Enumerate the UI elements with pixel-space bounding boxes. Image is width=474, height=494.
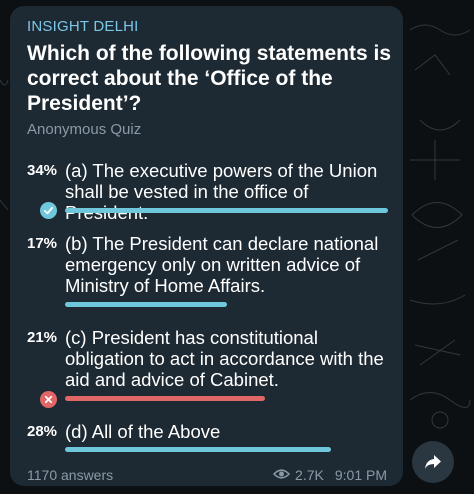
quiz-type-label: Anonymous Quiz [27, 121, 142, 138]
option-percent: 28% [27, 423, 58, 440]
option-percent: 21% [27, 329, 58, 346]
share-button[interactable] [412, 441, 454, 483]
option-result-bar [65, 208, 388, 213]
option-result-bar [65, 396, 265, 401]
option-text: (a) The executive powers of the Union sh… [65, 160, 378, 223]
message-meta: 2.7K 9:01 PM [272, 467, 387, 483]
option-result-bar [65, 447, 331, 452]
option-text: (b) The President can declare national e… [65, 233, 379, 296]
quiz-message-bubble: INSIGHT DELHI Which of the following sta… [10, 6, 403, 486]
option-text: (d) All of the Above [65, 421, 221, 442]
channel-name[interactable]: INSIGHT DELHI [27, 18, 139, 35]
quiz-question: Which of the following statements is cor… [27, 42, 392, 115]
message-time: 9:01 PM [334, 467, 387, 483]
share-arrow-icon [425, 455, 441, 469]
view-count: 2.7K [295, 467, 324, 483]
check-icon [40, 202, 57, 219]
cross-icon [40, 391, 57, 408]
option-percent: 17% [27, 235, 58, 252]
answers-count[interactable]: 1170 answers [27, 467, 113, 483]
option-result-bar [65, 302, 227, 307]
option-text: (c) President has constitutional obligat… [65, 327, 384, 390]
option-percent: 34% [27, 162, 58, 179]
eye-icon [272, 467, 291, 483]
